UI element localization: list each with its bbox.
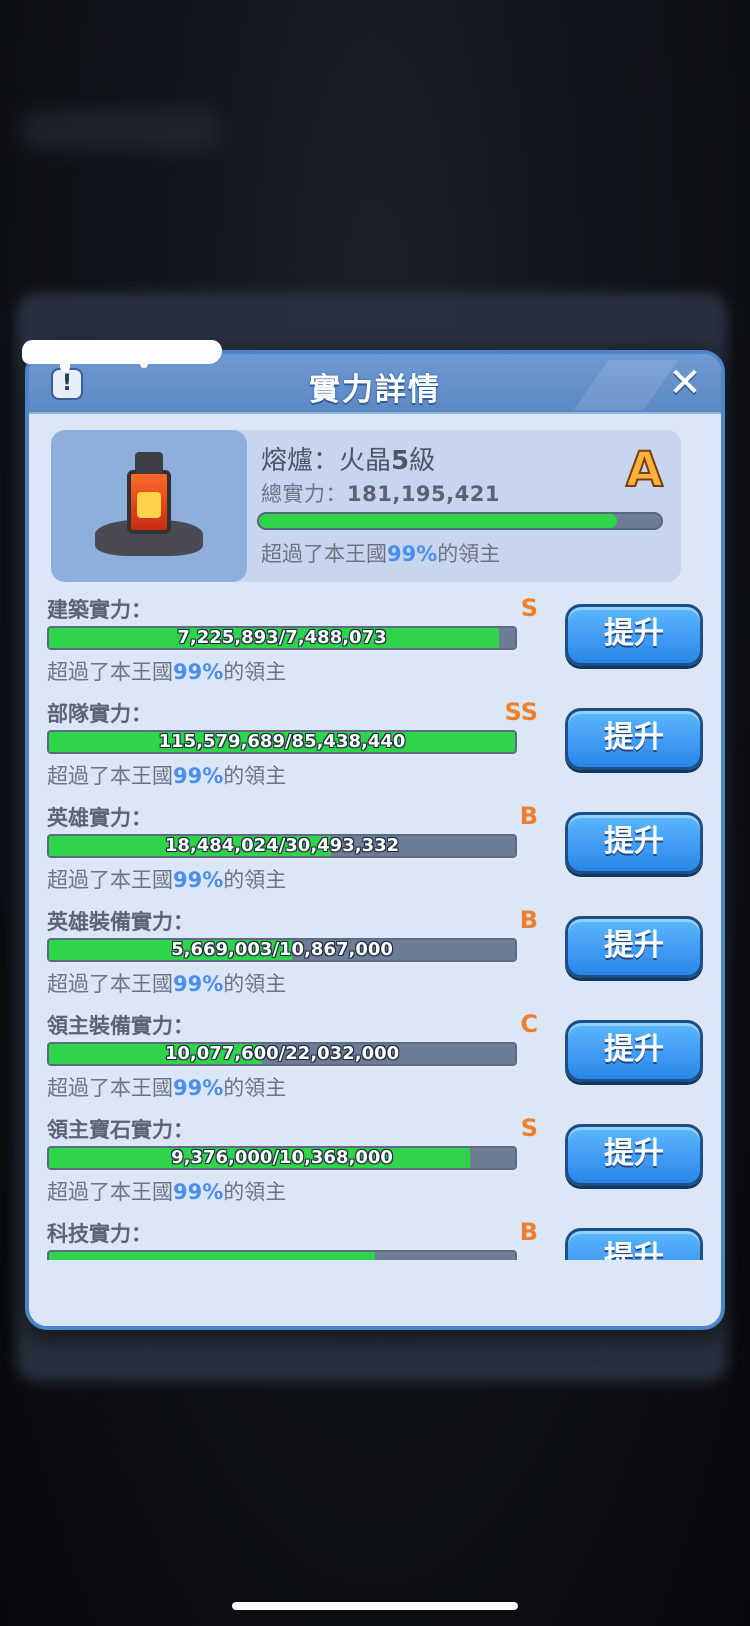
stat-ranking-text: 超過了本王國99%的領主 bbox=[47, 1180, 287, 1204]
close-icon[interactable]: ✕ bbox=[665, 362, 705, 404]
upgrade-button[interactable]: 提升 bbox=[565, 1228, 703, 1260]
stat-label: 科技實力： bbox=[47, 1222, 152, 1246]
stat-value: 7,225,893/7,488,073 bbox=[177, 627, 387, 648]
stat-label: 領主裝備實力： bbox=[47, 1014, 194, 1038]
stat-row-hero: 英雄實力： B 18,484,024/30,493,332 超過了本王國99%的領主 提… bbox=[29, 802, 721, 906]
stat-progress-bar: 5,669,003/10,867,000 bbox=[47, 938, 517, 962]
stat-row-lord-gem: 領主寶石實力： S 9,376,000/10,368,000 超過了本王國99%的領主… bbox=[29, 1114, 721, 1218]
stat-row-building: 建築實力： S 7,225,893/7,488,073 超過了本王國99%的領主 提升 bbox=[29, 594, 721, 698]
stat-row-troops: 部隊實力： SS 115,579,689/85,438,440 超過了本王國99%的領… bbox=[29, 698, 721, 802]
snow-decoration bbox=[22, 340, 222, 364]
stat-progress-bar: 18,484,024/30,493,332 bbox=[47, 834, 517, 858]
stat-ranking-text: 超過了本王國99%的領主 bbox=[47, 972, 287, 996]
snow-decoration bbox=[60, 356, 70, 372]
stat-grade: B bbox=[519, 1218, 538, 1246]
stat-value: 10,077,600/22,032,000 bbox=[164, 1043, 400, 1064]
stat-progress-bar: 7,225,893/7,488,073 bbox=[47, 626, 517, 650]
stat-row-lord-equipment: 領主裝備實力： C 10,077,600/22,032,000 超過了本王國99%的領… bbox=[29, 1010, 721, 1114]
summary-progress-bar bbox=[257, 512, 663, 530]
building-name: 熔爐：火晶5級 bbox=[261, 446, 436, 476]
upgrade-button[interactable]: 提升 bbox=[565, 604, 703, 666]
stat-progress-bar: 10,077,600/22,032,000 bbox=[47, 1042, 517, 1066]
stat-grade: S bbox=[520, 594, 538, 622]
stat-value: 5,669,003/10,867,000 bbox=[171, 939, 393, 960]
upgrade-button[interactable]: 提升 bbox=[565, 916, 703, 978]
stat-list[interactable]: 建築實力： S 7,225,893/7,488,073 超過了本王國99%的領主 提升部… bbox=[29, 594, 721, 1260]
furnace-icon bbox=[95, 452, 203, 556]
strength-details-dialog: ! 實力詳情 ✕ 熔爐：火晶5級 總實力：181,195,421 A 超過了本王… bbox=[25, 350, 725, 1330]
stat-value: 18,484,024/30,493,332 bbox=[164, 835, 400, 856]
stat-row-hero-equipment: 英雄裝備實力： B 5,669,003/10,867,000 超過了本王國99%的領主… bbox=[29, 906, 721, 1010]
stat-label: 領主寶石實力： bbox=[47, 1118, 194, 1142]
stat-progress-bar bbox=[47, 1250, 517, 1260]
upgrade-button[interactable]: 提升 bbox=[565, 1020, 703, 1082]
stat-ranking-text: 超過了本王國99%的領主 bbox=[47, 764, 287, 788]
total-power: 總實力：181,195,421 bbox=[261, 482, 500, 506]
upgrade-button[interactable]: 提升 bbox=[565, 708, 703, 770]
summary-progress-fill bbox=[259, 514, 617, 528]
stat-value: 115,579,689/85,438,440 bbox=[158, 731, 406, 752]
stat-grade: S bbox=[520, 1114, 538, 1142]
background-blur bbox=[20, 110, 220, 150]
stat-value: 9,376,000/10,368,000 bbox=[171, 1147, 393, 1168]
stat-ranking-text: 超過了本王國99%的領主 bbox=[47, 660, 287, 684]
stat-grade: B bbox=[519, 802, 538, 830]
stat-grade: SS bbox=[504, 698, 539, 726]
stat-ranking-text: 超過了本王國99%的領主 bbox=[47, 1076, 287, 1100]
summary-ranking-text: 超過了本王國99%的領主 bbox=[261, 542, 501, 566]
snow-decoration bbox=[140, 356, 148, 368]
upgrade-button[interactable]: 提升 bbox=[565, 1124, 703, 1186]
stat-progress-bar: 115,579,689/85,438,440 bbox=[47, 730, 517, 754]
stat-label: 英雄實力： bbox=[47, 806, 152, 830]
stat-progress-fill bbox=[49, 1252, 376, 1260]
stat-label: 英雄裝備實力： bbox=[47, 910, 194, 934]
stat-ranking-text: 超過了本王國99%的領主 bbox=[47, 868, 287, 892]
stat-grade: B bbox=[519, 906, 538, 934]
home-indicator[interactable] bbox=[232, 1602, 518, 1610]
stat-label: 部隊實力： bbox=[47, 702, 152, 726]
stat-row-technology: 科技實力： B 提升 bbox=[29, 1218, 721, 1260]
stat-progress-bar: 9,376,000/10,368,000 bbox=[47, 1146, 517, 1170]
total-power-value: 181,195,421 bbox=[347, 482, 500, 506]
summary-card: 熔爐：火晶5級 總實力：181,195,421 A 超過了本王國99%的領主 bbox=[51, 430, 681, 582]
stat-grade: C bbox=[520, 1010, 538, 1038]
upgrade-button[interactable]: 提升 bbox=[565, 812, 703, 874]
building-thumbnail bbox=[51, 430, 247, 582]
dialog-title: 實力詳情 bbox=[309, 372, 441, 408]
stat-label: 建築實力： bbox=[47, 598, 152, 622]
summary-grade: A bbox=[625, 441, 664, 499]
